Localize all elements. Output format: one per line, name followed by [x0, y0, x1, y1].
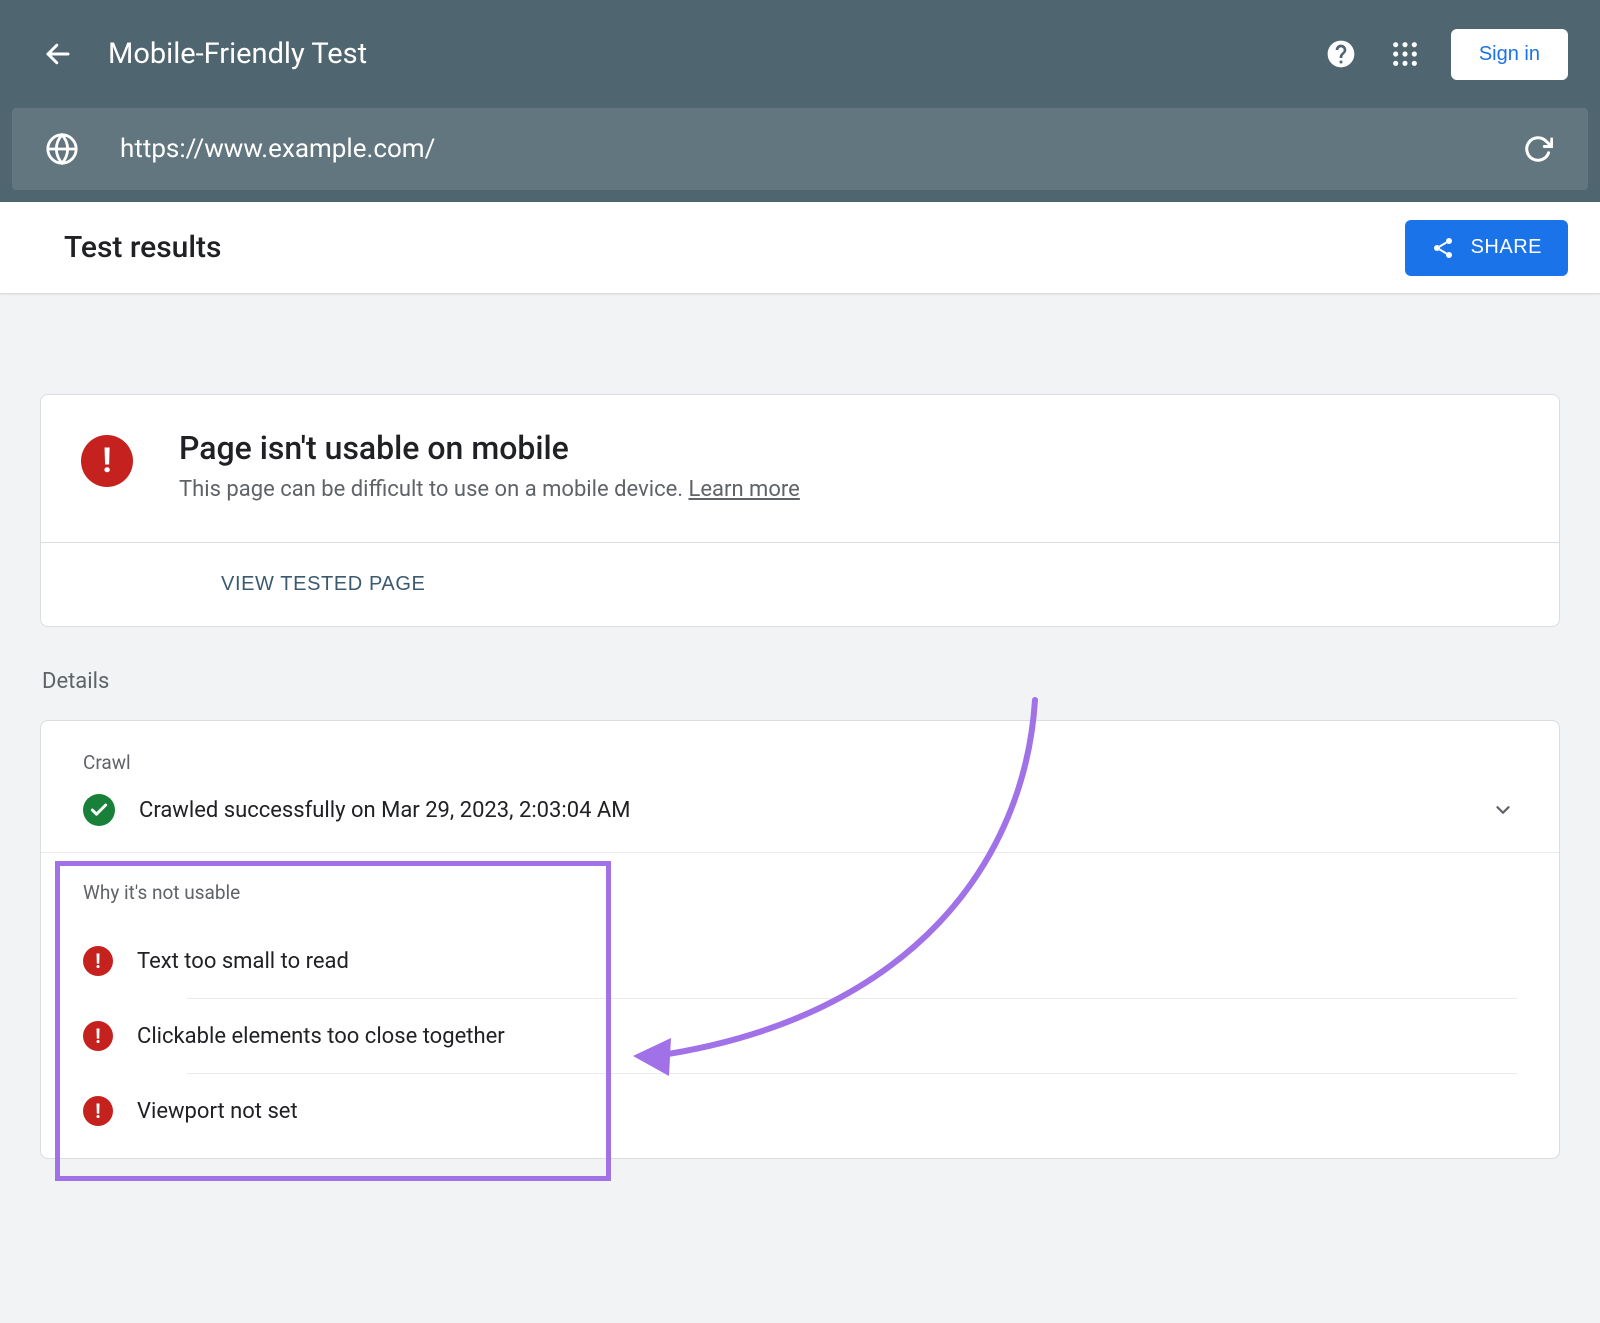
status-title: Page isn't usable on mobile	[179, 429, 800, 467]
issues-label: Why it's not usable	[83, 881, 1517, 904]
issue-text: Text too small to read	[137, 949, 349, 974]
globe-icon	[44, 131, 80, 167]
error-icon: !	[83, 946, 113, 976]
details-section-label: Details	[42, 669, 1560, 694]
issue-row[interactable]: ! Clickable elements too close together	[83, 999, 1517, 1073]
view-tested-page-button[interactable]: VIEW TESTED PAGE	[221, 573, 425, 596]
help-icon	[1325, 38, 1357, 70]
url-input[interactable]: https://www.example.com/	[120, 134, 1520, 164]
share-label: SHARE	[1471, 236, 1542, 259]
issue-text: Viewport not set	[137, 1099, 298, 1124]
error-icon: !	[81, 435, 133, 487]
learn-more-link[interactable]: Learn more	[689, 477, 800, 502]
help-button[interactable]	[1323, 36, 1359, 72]
details-card: Crawl Crawled successfully on Mar 29, 20…	[40, 720, 1560, 1159]
crawl-status-text: Crawled successfully on Mar 29, 2023, 2:…	[139, 798, 1489, 823]
issues-section: Why it's not usable ! Text too small to …	[41, 853, 1559, 1158]
back-button[interactable]	[36, 32, 80, 76]
view-tested-row: VIEW TESTED PAGE	[41, 542, 1559, 626]
header-actions: Sign in	[1323, 29, 1568, 80]
error-icon: !	[83, 1096, 113, 1126]
chevron-down-icon	[1492, 799, 1514, 821]
status-row: ! Page isn't usable on mobile This page …	[41, 395, 1559, 542]
url-bar[interactable]: https://www.example.com/	[12, 108, 1588, 190]
content-area: ! Page isn't usable on mobile This page …	[0, 294, 1600, 1159]
app-title: Mobile-Friendly Test	[108, 37, 1323, 71]
error-icon: !	[83, 1021, 113, 1051]
status-text-block: Page isn't usable on mobile This page ca…	[179, 429, 800, 502]
crawl-row[interactable]: Crawled successfully on Mar 29, 2023, 2:…	[83, 794, 1517, 826]
refresh-icon	[1523, 134, 1553, 164]
crawl-section: Crawl Crawled successfully on Mar 29, 20…	[41, 721, 1559, 852]
share-icon	[1431, 236, 1455, 260]
issue-text: Clickable elements too close together	[137, 1024, 505, 1049]
share-button[interactable]: SHARE	[1405, 220, 1568, 276]
crawl-label: Crawl	[83, 751, 1517, 774]
check-icon	[83, 794, 115, 826]
refresh-button[interactable]	[1520, 131, 1556, 167]
app-header: Mobile-Friendly Test Sign in	[0, 0, 1600, 108]
results-title: Test results	[64, 230, 1405, 265]
apps-button[interactable]	[1387, 36, 1423, 72]
issue-row[interactable]: ! Text too small to read	[83, 924, 1517, 998]
arrow-left-icon	[43, 39, 73, 69]
signin-button[interactable]: Sign in	[1451, 29, 1568, 80]
expand-chevron	[1489, 796, 1517, 824]
status-card: ! Page isn't usable on mobile This page …	[40, 394, 1560, 627]
status-description: This page can be difficult to use on a m…	[179, 477, 800, 502]
issue-row[interactable]: ! Viewport not set	[83, 1074, 1517, 1148]
apps-grid-icon	[1391, 40, 1419, 68]
results-header: Test results SHARE	[0, 202, 1600, 294]
issues-wrapper: Why it's not usable ! Text too small to …	[41, 852, 1559, 1158]
url-bar-container: https://www.example.com/	[0, 108, 1600, 202]
